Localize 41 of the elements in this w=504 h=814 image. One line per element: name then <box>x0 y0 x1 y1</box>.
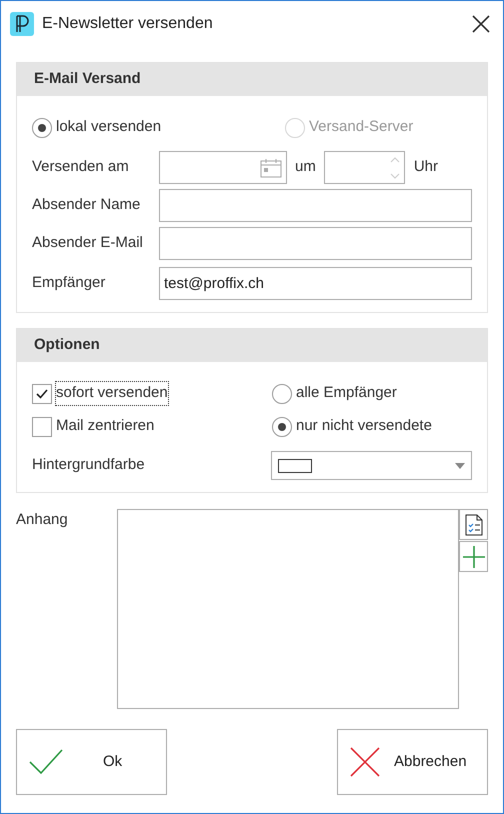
spinner-icon <box>390 156 400 180</box>
text-field[interactable] <box>159 227 472 260</box>
time-field[interactable] <box>324 151 405 184</box>
checkbox[interactable] <box>32 384 52 404</box>
radio-label[interactable]: alle Empfänger <box>296 382 397 405</box>
checkbox[interactable] <box>32 416 52 436</box>
radio-label[interactable]: nur nicht versendete <box>296 415 432 438</box>
radio-button[interactable] <box>272 384 292 404</box>
app-icon <box>10 12 34 36</box>
group-title: E-Mail Versand <box>17 63 487 96</box>
radio-button[interactable] <box>32 118 52 138</box>
field-label: Empfänger <box>32 273 106 294</box>
checkbox-label[interactable]: sofort versenden <box>56 382 168 405</box>
cancel-button[interactable]: Abbrechen <box>337 729 488 795</box>
add-button[interactable] <box>459 541 488 572</box>
field-label: um <box>295 157 316 178</box>
check-icon <box>36 388 48 398</box>
field-label: Uhr <box>414 157 438 178</box>
field-label: Versenden am <box>32 157 130 178</box>
dropdown-caret-icon <box>455 462 465 468</box>
checkmark-icon <box>29 749 63 775</box>
field-label: Anhang <box>16 510 68 530</box>
checklist-button[interactable] <box>459 509 488 540</box>
field-label: Absender E-Mail <box>32 233 144 254</box>
close-icon <box>350 747 380 777</box>
radio-label[interactable]: lokal versenden <box>56 116 162 139</box>
calendar-icon <box>260 158 282 178</box>
radio-button[interactable] <box>272 416 292 436</box>
ok-button[interactable]: Ok <box>16 729 167 795</box>
text-field[interactable] <box>159 189 472 222</box>
text-field[interactable]: test@proffix.ch <box>159 267 472 300</box>
group-title: Optionen <box>17 329 487 362</box>
plus-icon <box>462 546 484 568</box>
field-label: Absender Name <box>32 195 142 216</box>
close-icon <box>472 15 490 33</box>
color-dropdown[interactable] <box>270 451 472 480</box>
document-checklist-icon <box>464 514 482 536</box>
checkbox-label[interactable]: Mail zentrieren <box>56 415 154 438</box>
date-field[interactable] <box>159 151 287 184</box>
field-label: Hintergrundfarbe <box>32 455 146 476</box>
window-title: E-Newsletter versenden <box>42 14 213 34</box>
